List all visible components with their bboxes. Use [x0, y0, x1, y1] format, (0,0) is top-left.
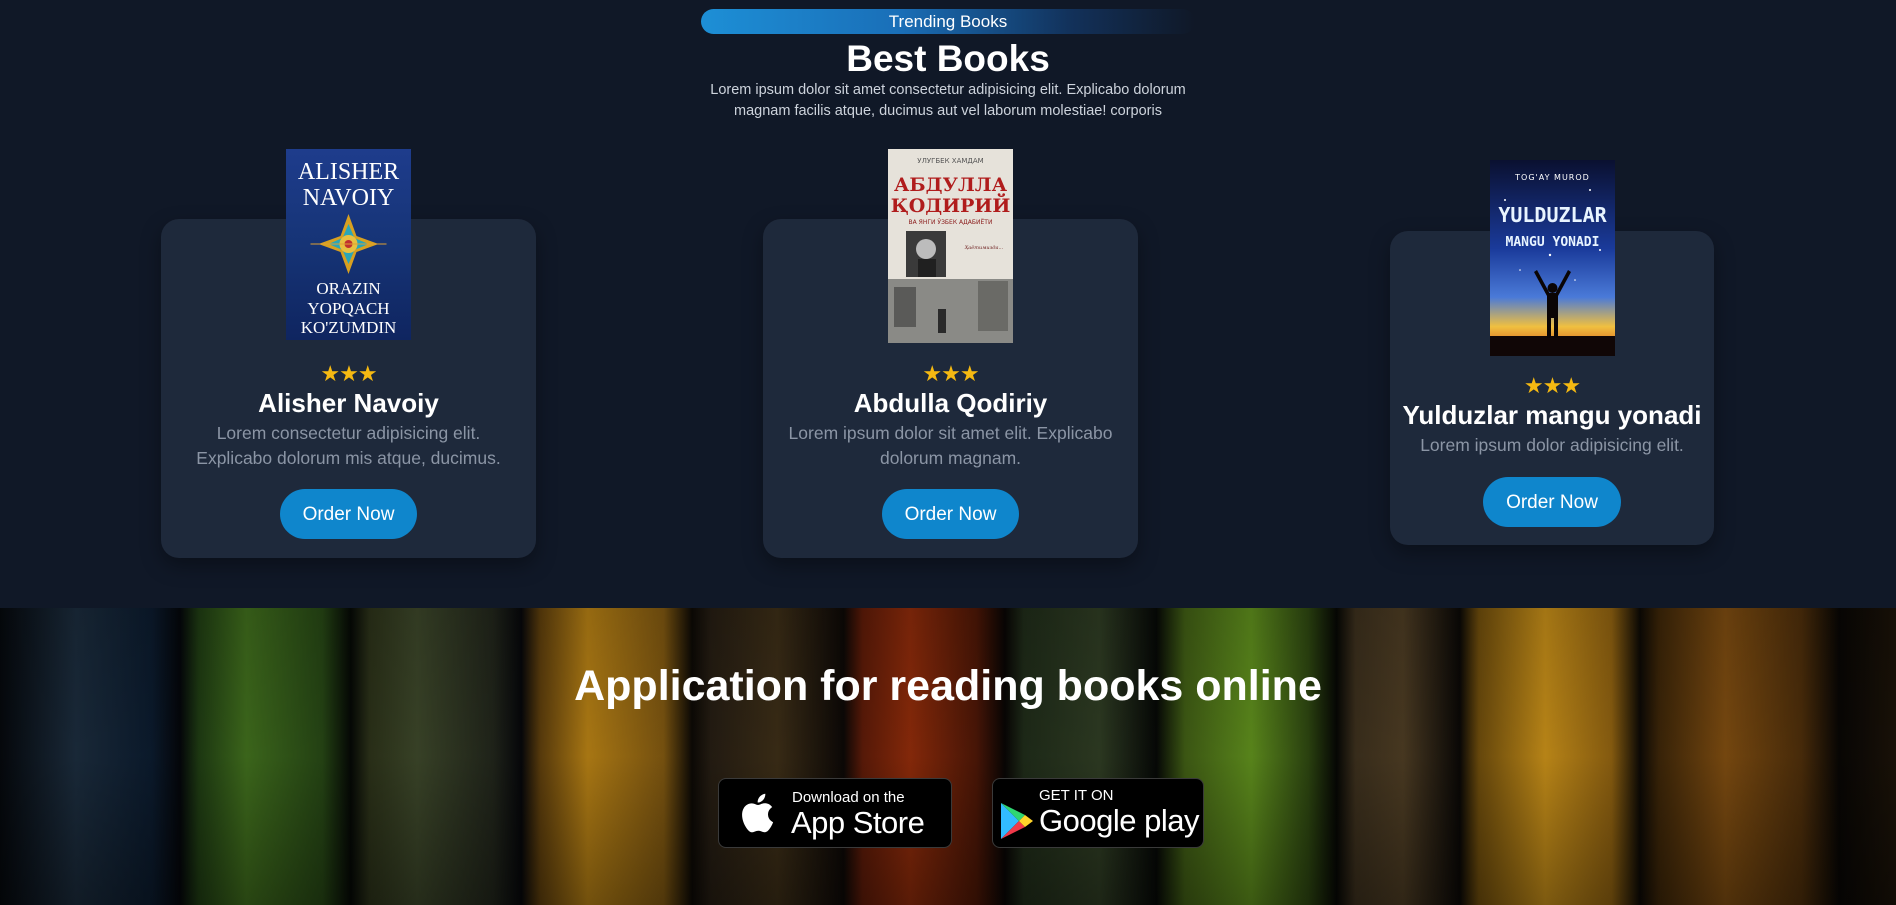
google-play-big-text: Google play — [1039, 803, 1199, 838]
rating-stars: ★★★ — [320, 361, 377, 386]
cover-text: ORAZIN — [316, 279, 380, 298]
app-banner-title: Application for reading books online — [574, 662, 1322, 710]
order-now-button[interactable]: Order Now — [1483, 477, 1621, 527]
app-banner: Application for reading books online Dow… — [0, 608, 1896, 905]
google-play-icon — [1001, 803, 1033, 839]
svg-text:Ҳаётимизда...: Ҳаётимизда... — [964, 244, 1004, 251]
book-cover-abdulla-qodiriy: УЛУГБЕК ХАМДАМ АБДУЛЛА ҚОДИРИЙ ВА ЯНГИ Ў… — [888, 149, 1013, 343]
cover-text: YULDUZLAR — [1498, 203, 1607, 227]
book-title: Yulduzlar mangu yonadi — [1402, 400, 1702, 430]
order-now-button[interactable]: Order Now — [882, 489, 1019, 539]
book-title: Alisher Navoiy — [258, 388, 439, 418]
cover-text: TOG'AY MUROD — [1514, 173, 1590, 182]
cover-text: АБДУЛЛА — [894, 174, 1008, 196]
book-title: Abdulla Qodiriy — [853, 388, 1048, 418]
book-cover-yulduzlar-mangu-yonadi: TOG'AY MUROD YULDUZLAR MANGU YONADI — [1490, 160, 1615, 356]
cover-text: УЛУГБЕК ХАМДАМ — [917, 157, 983, 165]
cover-text: ALISHER — [298, 159, 399, 185]
cover-text: KO'ZUMDIN — [301, 318, 397, 337]
book-cover-alisher-navoiy: ALISHER NAVOIY ORAZIN YOPQACH KO'ZUMDIN — [286, 149, 411, 340]
rating-stars: ★★★ — [1523, 373, 1581, 398]
cover-text: YOPQACH — [307, 299, 389, 318]
book-description: Lorem ipsum dolor sit amet elit. Explica… — [788, 423, 1113, 468]
cover-text: MANGU YONADI — [1506, 235, 1600, 250]
cover-text: ВА ЯНГИ ЎЗБЕК АДАБИЁТИ — [909, 219, 993, 226]
app-store-small-text: Download on the — [792, 789, 905, 806]
book-description: Lorem ipsum dolor adipisicing elit. — [1420, 435, 1684, 455]
cover-text: NAVOIY — [303, 185, 395, 211]
rating-stars: ★★★ — [922, 361, 979, 386]
order-now-button[interactable]: Order Now — [280, 489, 417, 539]
app-store-big-text: App Store — [791, 805, 925, 840]
cover-text: ҚОДИРИЙ — [891, 193, 1011, 217]
google-play-small-text: GET IT ON — [1039, 787, 1114, 804]
apple-icon — [742, 793, 774, 833]
google-play-button[interactable]: GET IT ON Google play — [992, 778, 1204, 848]
book-description: Lorem consectetur adipisicing elit. Expl… — [196, 423, 501, 468]
trending-badge: Trending Books — [701, 9, 1195, 34]
best-books-section: Trending Books Best Books Lorem ipsum do… — [0, 0, 1896, 608]
section-subtitle: Lorem ipsum dolor sit amet consectetur a… — [710, 82, 1186, 119]
app-store-button[interactable]: Download on the App Store — [718, 778, 952, 848]
section-title: Best Books — [846, 38, 1050, 79]
